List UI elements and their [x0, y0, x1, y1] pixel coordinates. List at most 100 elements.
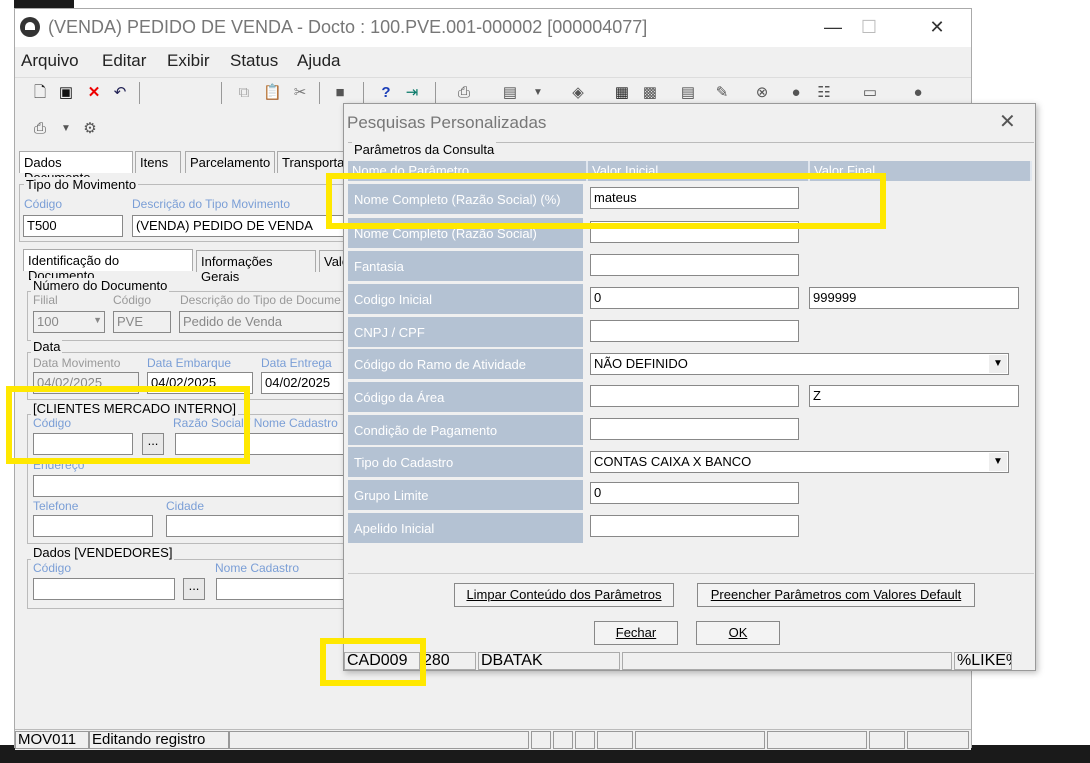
- new-document-icon[interactable]: 🗋: [31, 84, 49, 102]
- cidade-field[interactable]: [166, 515, 345, 537]
- param-valor-inicial-field[interactable]: [590, 254, 799, 276]
- param-label: Código do Ramo de Atividade: [348, 349, 583, 379]
- tipo-cadastro-select[interactable]: CONTAS CAIXA X BANCO ▼: [590, 451, 1009, 473]
- tab-parcelamento[interactable]: Parcelamento: [185, 151, 275, 173]
- document-icon[interactable]: ▤: [679, 84, 697, 102]
- circle-icon[interactable]: ●: [909, 84, 927, 102]
- vendedor-nome-label: Nome Cadastro: [215, 561, 300, 575]
- param-label: Código da Área: [348, 382, 583, 412]
- descricao-doc-label: Descrição do Tipo de Docume: [180, 293, 341, 307]
- settings-icon[interactable]: ⚙: [81, 120, 99, 138]
- tab-identificacao[interactable]: Identificação do Documento: [23, 249, 193, 283]
- vendedor-lookup-button[interactable]: ...: [183, 578, 205, 600]
- codigo-doc-field[interactable]: PVE: [113, 311, 171, 333]
- tools-icon[interactable]: ◈: [569, 84, 587, 102]
- status-cell: [635, 731, 765, 749]
- paste-icon[interactable]: 📋: [263, 84, 282, 102]
- tab-informacoes-gerais[interactable]: Informações Gerais: [196, 250, 316, 284]
- preencher-default-button[interactable]: Preencher Parâmetros com Valores Default: [697, 583, 975, 607]
- copy-icon[interactable]: ⧉: [235, 84, 253, 102]
- status-cell: [531, 731, 551, 749]
- param-valor-inicial-field[interactable]: 0: [590, 482, 799, 504]
- menu-editar[interactable]: Editar: [102, 51, 146, 71]
- chevron-down-icon[interactable]: ▼: [57, 120, 75, 138]
- tree-icon[interactable]: ☷: [815, 84, 833, 102]
- endereco-field[interactable]: [33, 475, 345, 497]
- grid-icon[interactable]: ▦: [613, 84, 631, 102]
- param-valor-inicial-field[interactable]: [590, 515, 799, 537]
- descricao-doc-field[interactable]: Pedido de Venda: [179, 311, 345, 333]
- ok-button[interactable]: OK: [696, 621, 780, 645]
- chevron-down-icon: ▼: [989, 355, 1007, 373]
- param-valor-inicial-field[interactable]: [590, 320, 799, 342]
- preview-icon[interactable]: ⎙: [31, 120, 49, 138]
- grid-alt-icon[interactable]: ▩: [641, 84, 659, 102]
- status-bar: MOV011 Editando registro: [15, 729, 971, 750]
- status-cell: [229, 731, 529, 749]
- param-valor-inicial-field[interactable]: [590, 385, 799, 407]
- save-icon[interactable]: ▣: [57, 84, 75, 102]
- codigo-label: Código: [24, 197, 63, 211]
- status-code: MOV011: [15, 731, 89, 749]
- tab-valores[interactable]: Valo: [319, 250, 345, 272]
- menu-status[interactable]: Status: [230, 51, 278, 71]
- maximize-button[interactable]: ☐: [847, 13, 891, 41]
- tab-transporte[interactable]: Transporta: [277, 151, 347, 173]
- menu-arquivo[interactable]: Arquivo: [21, 51, 79, 71]
- filial-label: Filial: [33, 293, 58, 307]
- telefone-field[interactable]: [33, 515, 153, 537]
- param-valor-inicial-field[interactable]: [590, 418, 799, 440]
- status-cell: [553, 731, 573, 749]
- param-label: Tipo do Cadastro: [348, 447, 583, 477]
- tipo-descricao-field[interactable]: (VENDA) PEDIDO DE VENDA: [132, 215, 344, 237]
- status-cell: [597, 731, 633, 749]
- data-embarque-label: Data Embarque: [147, 356, 232, 370]
- codigo-doc-label: Código: [113, 293, 152, 307]
- filial-select[interactable]: 100 ▼: [33, 311, 105, 333]
- delete-icon[interactable]: ✕: [85, 84, 103, 102]
- edit-icon[interactable]: ✎: [713, 84, 731, 102]
- param-valor-inicial-field[interactable]: 0: [590, 287, 799, 309]
- menu-ajuda[interactable]: Ajuda: [297, 51, 340, 71]
- stop-icon[interactable]: ■: [331, 84, 349, 102]
- tab-itens[interactable]: Itens: [135, 151, 181, 173]
- descricao-label: Descrição do Tipo Movimento: [132, 197, 291, 211]
- dialog-close-button[interactable]: ✕: [999, 109, 1016, 134]
- vendedor-codigo-field[interactable]: [33, 578, 175, 600]
- cut-icon[interactable]: ✂: [291, 84, 309, 102]
- chevron-down-icon: ▼: [989, 453, 1007, 471]
- lock-icon[interactable]: ●: [787, 84, 805, 102]
- param-label: CNPJ / CPF: [348, 317, 583, 347]
- parametros-label: Parâmetros da Consulta: [352, 142, 497, 157]
- print-icon[interactable]: ⎙: [455, 84, 473, 102]
- exit-icon[interactable]: ⇥: [403, 84, 421, 102]
- menu-bar: Arquivo Editar Exibir Status Ajuda: [15, 47, 971, 75]
- data-movimento-label: Data Movimento: [33, 356, 121, 370]
- vendedor-nome-field[interactable]: [216, 578, 345, 600]
- highlight-box: [326, 173, 886, 229]
- tipo-codigo-field[interactable]: T500: [23, 215, 123, 237]
- limpar-parametros-button[interactable]: Limpar Conteúdo dos Parâmetros: [454, 583, 674, 607]
- remove-icon[interactable]: ⊗: [753, 84, 771, 102]
- param-label: Fantasia: [348, 251, 583, 281]
- vendedores-label: Dados [VENDEDORES]: [31, 545, 175, 560]
- param-valor-final-field[interactable]: Z: [809, 385, 1019, 407]
- param-valor-final-field[interactable]: 999999: [809, 287, 1019, 309]
- param-label: Apelido Inicial: [348, 513, 583, 543]
- undo-icon[interactable]: ↶: [111, 84, 129, 102]
- chevron-down-icon[interactable]: ▼: [529, 84, 547, 102]
- status-cell: [869, 731, 905, 749]
- ramo-atividade-select[interactable]: NÃO DEFINIDO ▼: [590, 353, 1009, 375]
- fechar-button[interactable]: Fechar: [594, 621, 678, 645]
- monitor-icon[interactable]: ▭: [861, 84, 879, 102]
- tab-dados-documento[interactable]: Dados Documento: [19, 151, 133, 185]
- menu-exibir[interactable]: Exibir: [167, 51, 210, 71]
- data-entrega-field[interactable]: 04/02/2025: [261, 372, 345, 394]
- close-button[interactable]: ✕: [915, 13, 959, 41]
- report-icon[interactable]: ▤: [501, 84, 519, 102]
- help-icon[interactable]: ?: [377, 84, 395, 102]
- app-logo-icon: [20, 17, 40, 37]
- dialog-status-db: DBATAK: [478, 652, 620, 670]
- title-bar: (VENDA) PEDIDO DE VENDA - Docto : 100.PV…: [15, 9, 971, 47]
- param-label: Codigo Inicial: [348, 284, 583, 314]
